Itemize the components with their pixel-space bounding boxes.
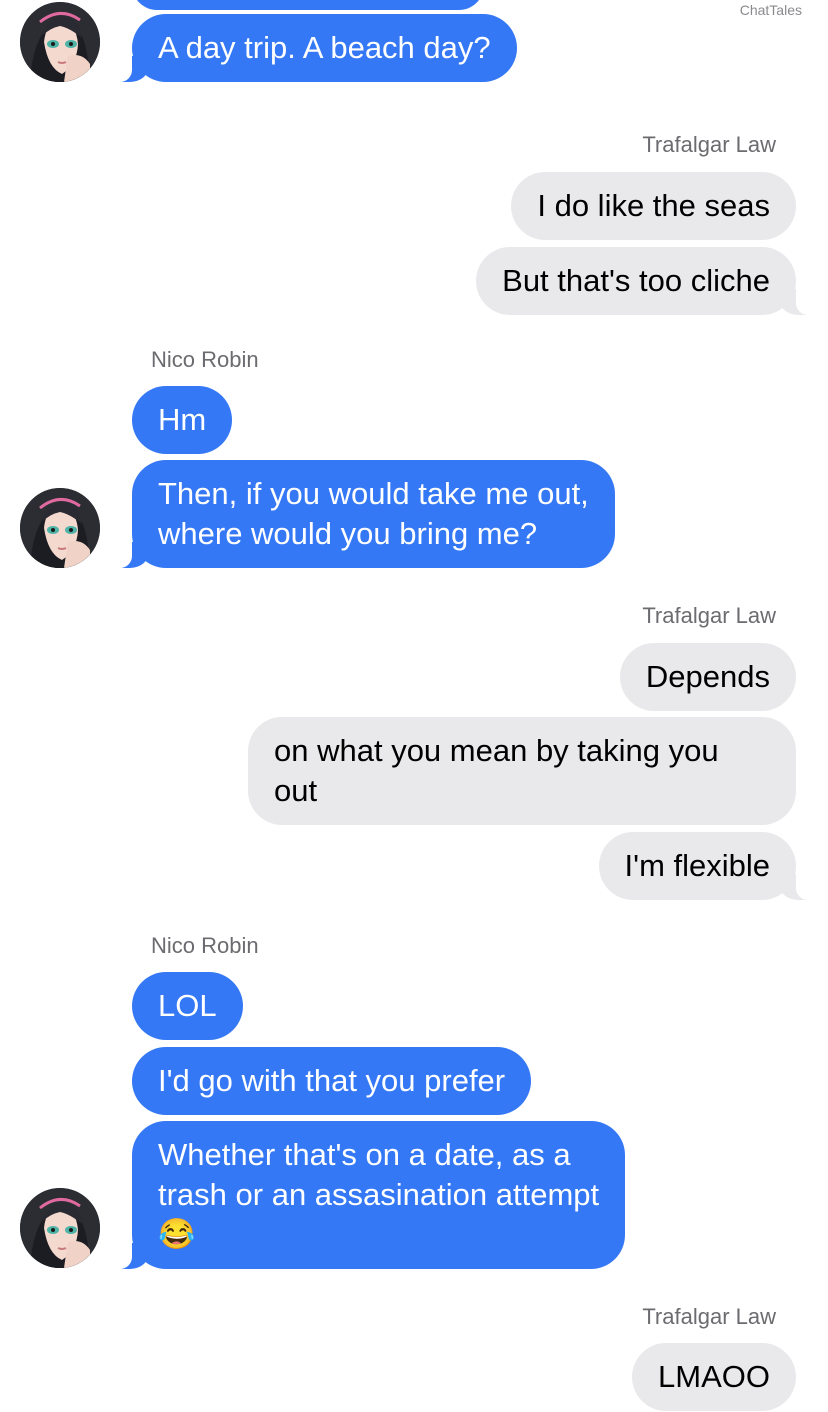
avatar[interactable] xyxy=(20,1188,100,1268)
sender-name: Nico Robin xyxy=(151,933,259,958)
message-text: I'm flexible xyxy=(624,848,770,883)
message-text: on what you mean by taking you xyxy=(274,733,719,768)
message-text: But that's too cliche xyxy=(502,263,770,298)
message-bubble[interactable]: LOL xyxy=(132,972,243,1040)
message-text: LMAOO xyxy=(658,1359,770,1394)
nico-robin-avatar-icon xyxy=(20,2,100,82)
sender-name: Trafalgar Law xyxy=(642,603,776,628)
message-text: trash or an assasination attempt xyxy=(158,1177,600,1212)
nico-robin-avatar-icon xyxy=(20,1188,100,1268)
message-text: A day trip. A beach day? xyxy=(158,30,491,65)
message-bubble[interactable]: I'm flexible xyxy=(598,832,817,900)
message-text: Hm xyxy=(158,402,207,437)
sender-name: Trafalgar Law xyxy=(642,132,776,157)
message-bubble[interactable]: I do like the seas xyxy=(511,172,796,240)
message-bubble[interactable]: on what you mean by taking you out xyxy=(248,717,796,825)
message-bubble[interactable]: But that's too cliche xyxy=(476,247,816,315)
message-bubble[interactable]: I'd go with that you prefer xyxy=(132,1047,532,1115)
partial-message-bubble xyxy=(132,0,484,10)
avatar[interactable] xyxy=(20,2,100,82)
message-bubble[interactable]: Then, if you would take me out, where wo… xyxy=(112,460,615,568)
watermark: ChatTales xyxy=(739,2,802,18)
message-bubble[interactable]: Depends xyxy=(619,643,796,711)
message-text: out xyxy=(274,773,318,808)
sender-name: Trafalgar Law xyxy=(642,1304,776,1329)
message-text: I do like the seas xyxy=(537,188,770,223)
nico-robin-avatar-icon xyxy=(20,488,100,568)
message-text: Depends xyxy=(645,659,770,694)
avatar[interactable] xyxy=(20,488,100,568)
sender-name: Nico Robin xyxy=(151,347,259,372)
message-text: I'd go with that you prefer xyxy=(158,1063,506,1098)
message-text: where would you bring me? xyxy=(158,516,538,551)
message-text: LOL xyxy=(158,988,217,1023)
message-bubble[interactable]: Whether that's on a date, as a trash or … xyxy=(111,1121,626,1269)
message-text: Whether that's on a date, as a xyxy=(158,1137,571,1172)
message-bubble[interactable]: Hm xyxy=(132,386,233,454)
laughing-emoji-icon: 😂 xyxy=(158,1218,196,1251)
message-bubble[interactable]: A day trip. A beach day? xyxy=(112,14,517,82)
message-bubble[interactable]: LMAOO xyxy=(632,1343,796,1411)
message-text: Then, if you would take me out, xyxy=(158,476,589,511)
